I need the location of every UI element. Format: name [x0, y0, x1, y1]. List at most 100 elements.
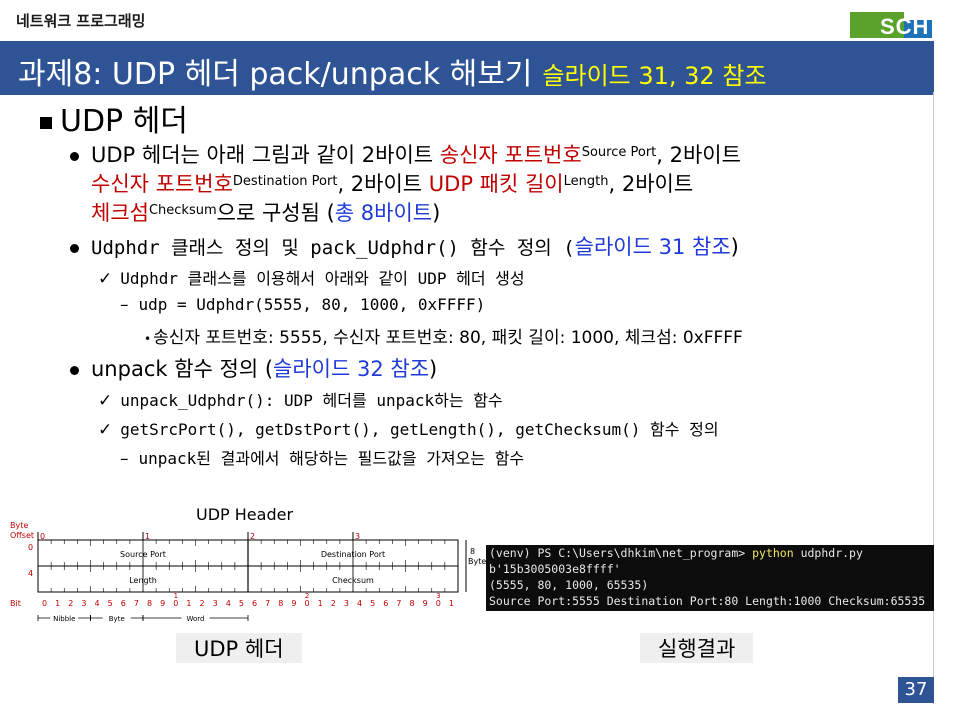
- offset-label: 0: [28, 543, 33, 552]
- bit-number: 1: [318, 599, 323, 608]
- terminal-line: (5555, 80, 1000, 65535): [489, 578, 649, 592]
- check-icon: ✓: [98, 269, 113, 289]
- bullet3-check1: ✓ unpack_Udphdr(): UDP 헤더를 unpack하는 함수: [98, 387, 503, 411]
- bit-number: 4: [226, 599, 231, 608]
- bullet2-dash1: – udp = Udphdr(5555, 80, 1000, 0xFFFF): [120, 295, 485, 315]
- term-length: UDP 패킷 길이: [428, 172, 564, 196]
- bit-label: Bit: [10, 599, 21, 608]
- course-name: 네트워크 프로그래밍: [16, 12, 146, 30]
- bit-number: 0: [42, 599, 47, 608]
- legend-label: Nibble: [53, 615, 75, 623]
- text: unpack된 결과에서 해당하는 필드값을 가져오는 함수: [138, 449, 525, 468]
- code-text: udp = Udphdr(5555, 80, 1000, 0xFFFF): [138, 295, 486, 314]
- bit-number: 6: [121, 599, 126, 608]
- term-destination-port: 수신자 포트번호: [91, 172, 233, 196]
- terminal-command-line: (venv) PS C:\Users\dhkim\net_program> py…: [489, 545, 934, 561]
- bullet2-check1: ✓ Udphdr 클래스를 이용해서 아래와 같이 UDP 헤더 생성: [98, 265, 525, 289]
- square-bullet-icon: [40, 116, 52, 129]
- field-label: Source Port: [120, 550, 166, 559]
- bit-number: 9: [160, 599, 165, 608]
- bullet-dot-icon: [70, 243, 79, 253]
- bullet2-line: Udphdr 클래스 정의 및 pack_Udphdr() 함수 정의 (슬라이…: [70, 232, 739, 263]
- bit-number: 4: [357, 599, 362, 608]
- terminal-output: (venv) PS C:\Users\dhkim\net_program> py…: [486, 545, 934, 611]
- sup-length: Length: [563, 174, 609, 189]
- size-label: 8: [470, 547, 475, 556]
- title-bar: 과제8: UDP 헤더 pack/unpack 해보기 슬라이드 31, 32 참…: [0, 38, 934, 95]
- bullet2-dot1: • 송신자 포트번호: 5555, 수신자 포트번호: 80, 패킷 길이: 10…: [144, 323, 743, 348]
- offset-label: 4: [28, 569, 33, 578]
- size-label: Bytes: [468, 557, 486, 566]
- dash-icon: –: [120, 295, 129, 315]
- text: ): [730, 235, 739, 259]
- bullet1-line1: UDP 헤더는 아래 그림과 같이 2바이트 송신자 포트번호Source Po…: [70, 138, 741, 170]
- bit-number: 7: [134, 599, 139, 608]
- field-label: Destination Port: [321, 550, 385, 559]
- legend-label: Word: [187, 615, 205, 623]
- title-reference: 슬라이드 31, 32 참조: [542, 62, 767, 90]
- caption-udp-header: UDP 헤더: [176, 633, 302, 663]
- text: UDP 헤더는 아래 그림과 같이 2바이트: [91, 143, 440, 167]
- title-text: 과제8: UDP 헤더 pack/unpack 해보기: [18, 57, 533, 92]
- page-number: 37: [898, 677, 934, 703]
- bit-number: 6: [252, 599, 257, 608]
- byte-offset-label: Offset: [10, 531, 34, 540]
- bit-number: 6: [383, 599, 388, 608]
- section-heading: UDP 헤더: [40, 96, 188, 140]
- bit-number: 1: [449, 599, 454, 608]
- bullet3-check2: ✓ getSrcPort(), getDstPort(), getLength()…: [98, 416, 719, 440]
- bit-number: 0: [436, 599, 441, 608]
- argument: udphdr.py: [793, 546, 863, 560]
- legend-label: Byte: [109, 615, 125, 623]
- udp-header-diagram: ByteOffset 0 1 2 3Source Port Destination Por…: [10, 521, 486, 623]
- terminal-line: b'15b3005003e8ffff': [489, 562, 621, 576]
- sup-destination-port: Destination Port: [232, 174, 338, 189]
- dash-icon: –: [120, 449, 129, 469]
- text: ): [432, 201, 441, 225]
- bullet-dot-icon: [70, 365, 79, 375]
- term-source-port: 송신자 포트번호: [439, 143, 582, 167]
- byte-offset-label: Byte: [10, 521, 28, 530]
- prompt: (venv) PS C:\Users\dhkim\net_program>: [489, 546, 753, 560]
- bit-number: 7: [396, 599, 401, 608]
- school-logo: SCH: [850, 8, 932, 39]
- check-icon: ✓: [98, 391, 113, 411]
- text: , 2바이트: [608, 172, 694, 196]
- bit-number: 1: [186, 599, 191, 608]
- bullet1-line2: 수신자 포트번호Destination Port, 2바이트 UDP 패킷 길이…: [91, 167, 693, 199]
- bit-number: 4: [95, 599, 100, 608]
- right-divider: [933, 92, 934, 704]
- caption-result: 실행결과: [640, 633, 754, 663]
- bit-number: 5: [370, 599, 375, 608]
- bit-number: 8: [410, 599, 415, 608]
- bit-number: 5: [239, 599, 244, 608]
- text: , 2바이트: [337, 172, 429, 196]
- total-bytes: 총 8바이트: [334, 201, 433, 225]
- slide-ref: 슬라이드 32 참조: [273, 357, 430, 381]
- bullet3-dash1: – unpack된 결과에서 해당하는 필드값을 가져오는 함수: [120, 445, 524, 469]
- terminal-line: Source Port:5555 Destination Port:80 Len…: [489, 594, 926, 608]
- text: Udphdr 클래스를 이용해서 아래와 같이 UDP 헤더 생성: [120, 269, 525, 288]
- bit-number: 2: [331, 599, 336, 608]
- bit-number: 2: [200, 599, 205, 608]
- bit-number: 8: [147, 599, 152, 608]
- bullet3-line: unpack 함수 정의 (슬라이드 32 참조): [70, 354, 437, 384]
- decade-mark: 3: [436, 592, 440, 600]
- check-icon: ✓: [98, 420, 113, 440]
- command: python: [752, 546, 794, 560]
- bit-number: 3: [344, 599, 349, 608]
- term-checksum: 체크섬: [91, 201, 149, 225]
- decade-mark: 1: [174, 592, 178, 600]
- text: ): [429, 357, 438, 381]
- bit-number: 9: [423, 599, 428, 608]
- bullet1-line3: 체크섬Checksum으로 구성됨 (총 8바이트): [91, 196, 440, 228]
- bit-number: 0: [305, 599, 310, 608]
- bullet-dot-icon: [70, 151, 79, 161]
- bit-number: 3: [213, 599, 218, 608]
- bit-number: 1: [55, 599, 60, 608]
- bit-number: 9: [291, 599, 296, 608]
- text: 송신자 포트번호: 5555, 수신자 포트번호: 80, 패킷 길이: 100…: [153, 328, 743, 348]
- field-label: Length: [129, 576, 157, 585]
- bit-number: 0: [173, 599, 178, 608]
- text: , 2바이트: [656, 143, 741, 167]
